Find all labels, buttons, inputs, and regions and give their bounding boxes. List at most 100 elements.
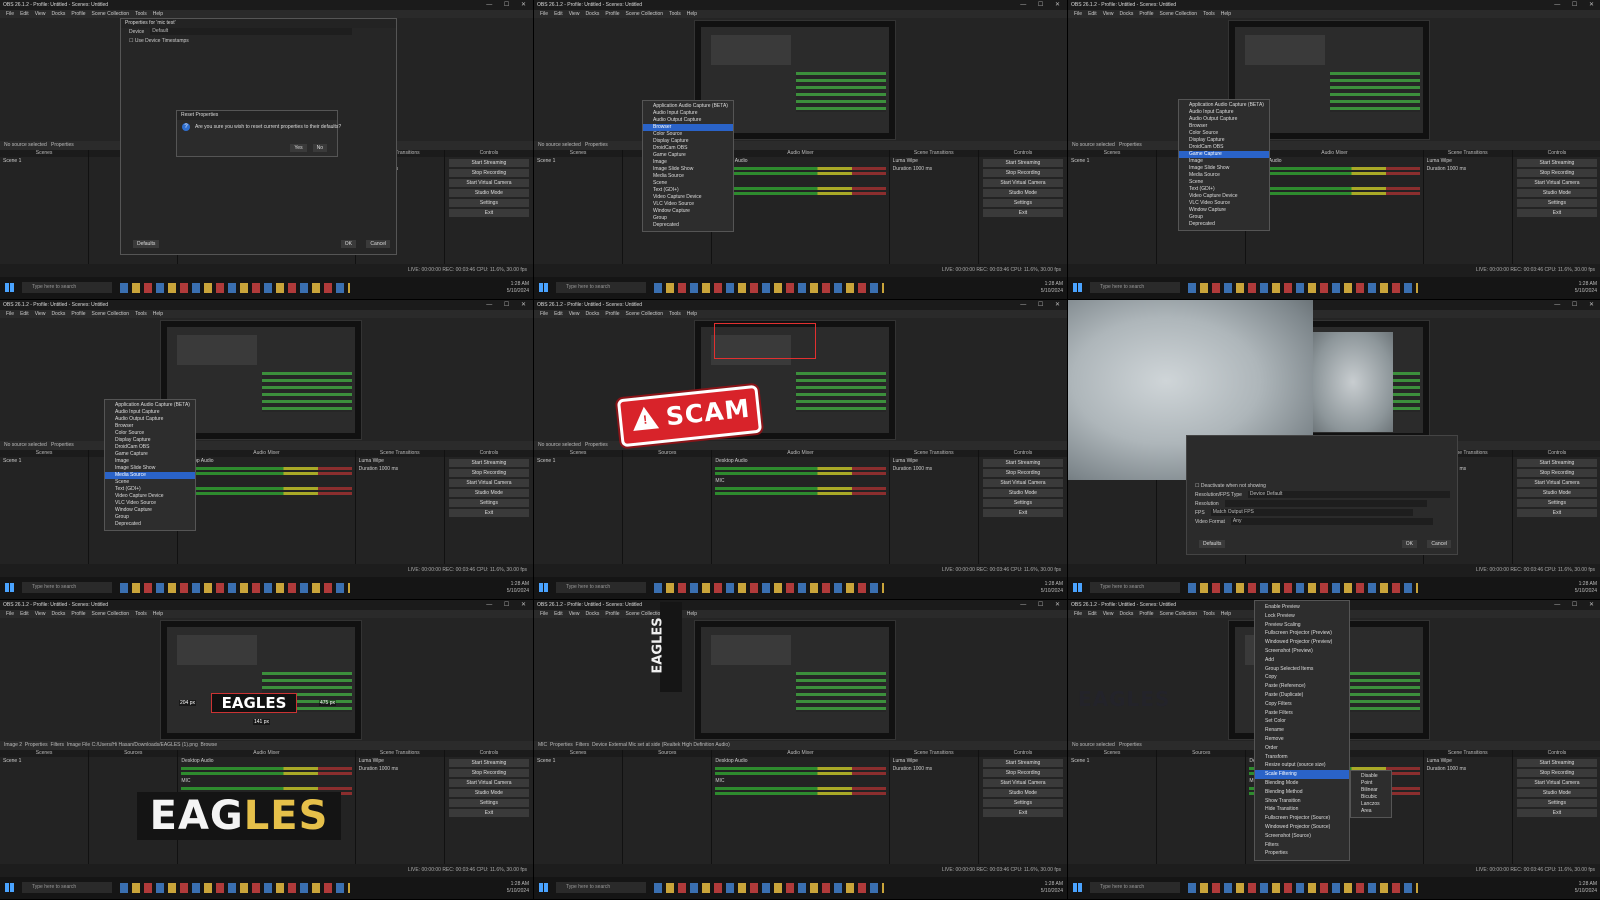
taskbar-app-icons[interactable]: [1188, 283, 1418, 293]
menu-tools[interactable]: Tools: [669, 11, 681, 17]
control-button[interactable]: Exit: [448, 809, 530, 817]
context-menu-item[interactable]: Hide Transition: [1255, 805, 1349, 814]
control-button[interactable]: Settings: [1516, 799, 1598, 807]
menu-docks[interactable]: Docks: [51, 11, 65, 17]
duration-value[interactable]: 1000 ms: [913, 466, 932, 472]
control-button[interactable]: Start Streaming: [448, 759, 530, 767]
menu-docks[interactable]: Docks: [585, 11, 599, 17]
duration-value[interactable]: 1000 ms: [1447, 766, 1466, 772]
context-menu-item[interactable]: Set Color: [1255, 717, 1349, 726]
context-menu-item[interactable]: Remove: [1255, 735, 1349, 744]
control-button[interactable]: Start Streaming: [1516, 759, 1598, 767]
menu-edit[interactable]: Edit: [554, 611, 563, 617]
menu-item[interactable]: Audio Output Capture: [643, 117, 733, 124]
context-menu-item[interactable]: Group Selected Items: [1255, 665, 1349, 674]
control-button[interactable]: Start Streaming: [1516, 159, 1598, 167]
control-button[interactable]: Exit: [448, 209, 530, 217]
menu-item[interactable]: Browser: [105, 423, 195, 430]
menu-item[interactable]: Color Source: [105, 430, 195, 437]
control-button[interactable]: Start Virtual Camera: [982, 479, 1064, 487]
menu-item[interactable]: Window Capture: [105, 507, 195, 514]
context-menu-item[interactable]: Copy Filters: [1255, 700, 1349, 709]
device-select[interactable]: External Mic set at side (Realtek High D…: [609, 742, 730, 748]
control-button[interactable]: Start Virtual Camera: [448, 779, 530, 787]
menu-view[interactable]: View: [1103, 11, 1114, 17]
menu-help[interactable]: Help: [1221, 611, 1231, 617]
menu-profile[interactable]: Profile: [71, 311, 85, 317]
menu-view[interactable]: View: [35, 311, 46, 317]
transition-select[interactable]: Luma Wipe: [1424, 157, 1512, 165]
duration-field[interactable]: Duration 1000 ms: [1424, 765, 1512, 773]
preview-area[interactable]: [1068, 18, 1600, 141]
taskbar-app-icons[interactable]: [654, 283, 884, 293]
properties-button[interactable]: Properties: [25, 742, 48, 748]
deactivate-checkbox[interactable]: ☐ Deactivate when not showing: [1187, 482, 1457, 491]
scene-item[interactable]: Scene 1: [1068, 157, 1156, 165]
menu-file[interactable]: File: [6, 611, 14, 617]
windows-start-icon[interactable]: [1073, 283, 1082, 292]
menu-item[interactable]: Group: [1179, 214, 1269, 221]
taskbar-search-input[interactable]: Type here to search: [1090, 882, 1180, 893]
control-button[interactable]: Exit: [1516, 209, 1598, 217]
context-menu-item[interactable]: Lock Preview: [1255, 612, 1349, 621]
context-menu-item[interactable]: Fullscreen Projector (Source): [1255, 814, 1349, 823]
control-button[interactable]: Studio Mode: [448, 789, 530, 797]
menu-docks[interactable]: Docks: [51, 311, 65, 317]
taskbar-app-icons[interactable]: [654, 883, 884, 893]
menu-item[interactable]: Application Audio Capture (BETA): [1179, 102, 1269, 109]
menu-item[interactable]: Audio Input Capture: [105, 409, 195, 416]
context-menu-item[interactable]: Fullscreen Projector (Preview): [1255, 629, 1349, 638]
taskbar-app-icons[interactable]: [654, 583, 884, 593]
control-button[interactable]: Settings: [982, 799, 1064, 807]
menu-view[interactable]: View: [569, 11, 580, 17]
window-controls[interactable]: — ☐ ✕: [1020, 300, 1065, 310]
menu-docks[interactable]: Docks: [585, 311, 599, 317]
menu-item[interactable]: Display Capture: [1179, 137, 1269, 144]
control-button[interactable]: Settings: [982, 499, 1064, 507]
properties-button[interactable]: Properties: [585, 442, 608, 448]
transition-select[interactable]: Luma Wipe: [890, 457, 978, 465]
menu-tools[interactable]: Tools: [135, 11, 147, 17]
control-button[interactable]: Start Virtual Camera: [1516, 779, 1598, 787]
window-controls[interactable]: — ☐ ✕: [1554, 0, 1599, 10]
menu-item[interactable]: Media Source: [643, 173, 733, 180]
context-menu-item[interactable]: Add: [1255, 656, 1349, 665]
menu-scene-collection[interactable]: Scene Collection: [92, 611, 130, 617]
menu-profile[interactable]: Profile: [1139, 11, 1153, 17]
windows-start-icon[interactable]: [5, 283, 14, 292]
menu-item[interactable]: Game Capture: [1179, 151, 1269, 158]
control-button[interactable]: Start Virtual Camera: [1516, 479, 1598, 487]
taskbar-search-input[interactable]: Type here to search: [22, 882, 112, 893]
preview-canvas[interactable]: EAGLES 204 px 475 px 141 px: [160, 620, 362, 740]
taskbar-search-input[interactable]: Type here to search: [22, 582, 112, 593]
control-button[interactable]: Start Virtual Camera: [1516, 179, 1598, 187]
context-menu-item[interactable]: Order: [1255, 744, 1349, 753]
context-menu-item[interactable]: Resize output (source size): [1255, 761, 1349, 770]
windows-start-icon[interactable]: [5, 583, 14, 592]
control-button[interactable]: Start Streaming: [448, 459, 530, 467]
taskbar-app-icons[interactable]: [120, 283, 350, 293]
control-button[interactable]: Stop Recording: [1516, 469, 1598, 477]
context-menu-item[interactable]: Blending Mode: [1255, 779, 1349, 788]
control-button[interactable]: Start Virtual Camera: [448, 479, 530, 487]
scene-item[interactable]: Scene 1: [0, 157, 88, 165]
control-button[interactable]: Start Streaming: [982, 459, 1064, 467]
control-button[interactable]: Start Virtual Camera: [982, 179, 1064, 187]
taskbar-search-input[interactable]: Type here to search: [556, 282, 646, 293]
menu-item[interactable]: Display Capture: [643, 138, 733, 145]
context-menu-item[interactable]: Blending Method: [1255, 788, 1349, 797]
menu-view[interactable]: View: [35, 611, 46, 617]
menu-profile[interactable]: Profile: [605, 11, 619, 17]
menu-item[interactable]: DroidCam OBS: [643, 145, 733, 152]
menu-item[interactable]: Image: [1179, 158, 1269, 165]
menu-item[interactable]: Deprecated: [105, 521, 195, 528]
timestamps-checkbox[interactable]: ☐ Use Device Timestamps: [121, 37, 396, 46]
duration-field[interactable]: Duration 1000 ms: [890, 165, 978, 173]
menu-item[interactable]: DroidCam OBS: [105, 444, 195, 451]
format-select[interactable]: Any: [1230, 518, 1433, 526]
window-controls[interactable]: — ☐ ✕: [1020, 600, 1065, 610]
context-menu-item[interactable]: Preview Scaling: [1255, 621, 1349, 630]
menu-file[interactable]: File: [6, 311, 14, 317]
menu-item[interactable]: Color Source: [643, 131, 733, 138]
menu-item[interactable]: Scene: [643, 180, 733, 187]
